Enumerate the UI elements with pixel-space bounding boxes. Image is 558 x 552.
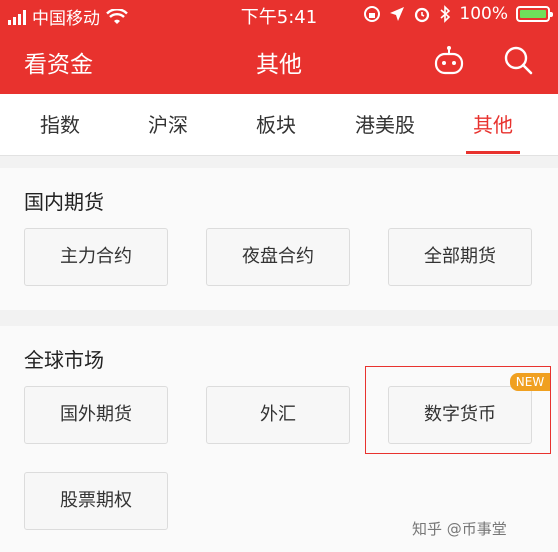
location-icon	[390, 7, 405, 21]
page-title: 其他	[256, 52, 302, 78]
tab-other[interactable]: 其他	[438, 94, 548, 156]
status-right: 100%	[363, 4, 553, 24]
domestic-futures-section: 国内期货 主力合约 夜盘合约 全部期货	[0, 168, 558, 310]
battery-percent: 100%	[459, 4, 508, 24]
bluetooth-icon	[440, 5, 451, 23]
tab-hk-us-stocks[interactable]: 港美股	[330, 94, 440, 156]
alarm-icon	[415, 7, 430, 23]
search-icon[interactable]	[502, 44, 534, 76]
main-contract-button[interactable]: 主力合约	[24, 228, 168, 286]
tab-index[interactable]: 指数	[5, 94, 115, 156]
all-futures-button[interactable]: 全部期货	[388, 228, 532, 286]
tab-sector[interactable]: 板块	[221, 94, 331, 156]
top-bar: 中国移动 下午5:41 100% 看资金 其他	[0, 0, 558, 94]
night-contract-button[interactable]: 夜盘合约	[206, 228, 350, 286]
status-bar: 中国移动 下午5:41 100%	[0, 0, 558, 30]
forex-button[interactable]: 外汇	[206, 386, 350, 444]
foreign-futures-button[interactable]: 国外期货	[24, 386, 168, 444]
lock-rotation-icon	[364, 6, 381, 22]
tab-shanghai-shenzhen[interactable]: 沪深	[113, 94, 223, 156]
tab-bar: 指数 沪深 板块 港美股 其他	[0, 94, 558, 156]
app-header: 看资金 其他	[0, 36, 558, 86]
new-badge: NEW	[510, 373, 550, 391]
section-title-global: 全球市场	[24, 348, 104, 372]
battery-icon	[516, 6, 553, 22]
section-title-domestic: 国内期货	[24, 190, 104, 214]
stock-options-button[interactable]: 股票期权	[24, 472, 168, 530]
watermark: 知乎 @币事堂	[412, 520, 507, 538]
robot-icon[interactable]	[433, 44, 465, 76]
